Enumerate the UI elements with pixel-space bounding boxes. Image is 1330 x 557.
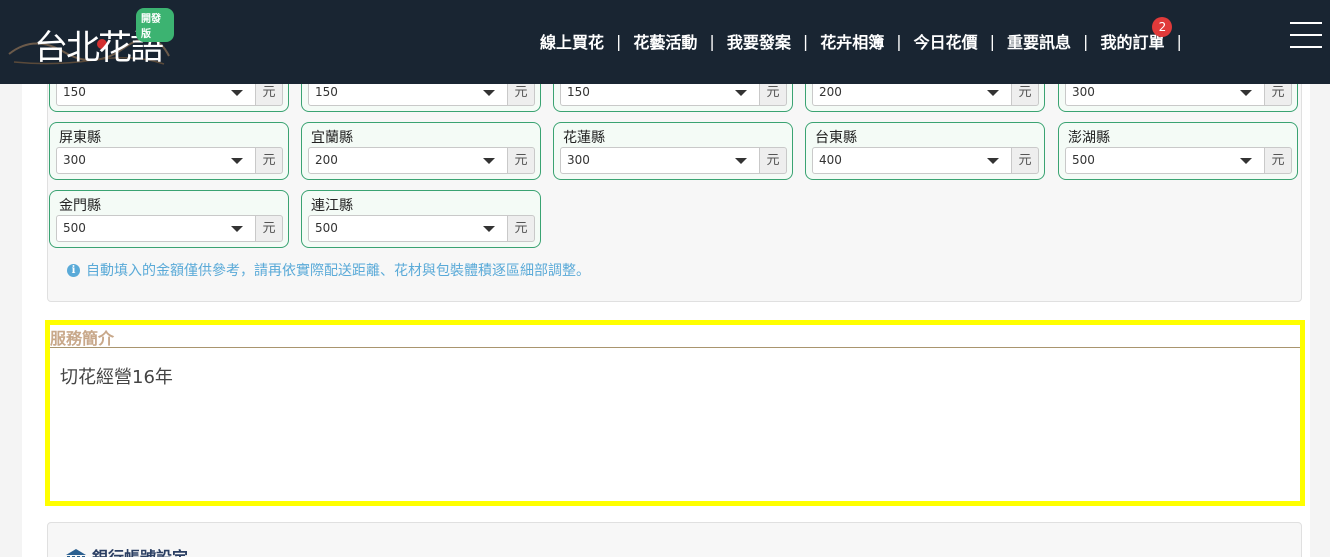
- unit-addon: 元: [507, 147, 535, 174]
- fee-select[interactable]: 200: [308, 147, 508, 174]
- fee-card: 台東縣 400 元: [805, 122, 1045, 180]
- fee-value: 150: [315, 85, 338, 99]
- fee-select[interactable]: 300: [56, 147, 256, 174]
- nav-my-orders[interactable]: 我的訂單 2: [1100, 17, 1173, 53]
- nav-post-job[interactable]: 我要發案: [727, 29, 791, 53]
- service-intro-section: 服務簡介 切花經營16年: [45, 320, 1305, 506]
- fee-card: 金門縣 500 元: [49, 190, 289, 248]
- nav-my-orders-label: 我的訂單: [1100, 33, 1165, 52]
- chevron-down-icon: [1240, 158, 1252, 164]
- service-intro-label: 服務簡介: [50, 329, 115, 348]
- nav-today-prices[interactable]: 今日花價: [914, 29, 978, 53]
- fee-select[interactable]: 400: [812, 147, 1012, 174]
- fee-value: 300: [567, 153, 590, 167]
- fee-note: i 自動填入的金額僅供參考，請再依實際配送距離、花材與包裝體積逐區細部調整。: [67, 260, 590, 280]
- fee-card: 花蓮縣 300 元: [553, 122, 793, 180]
- fee-value: 300: [1072, 85, 1095, 99]
- county-label: 澎湖縣: [1068, 130, 1110, 146]
- bank-section-title: 銀行帳號設定: [66, 544, 188, 557]
- fee-card: 連江縣 500 元: [301, 190, 541, 248]
- nav-floral-events[interactable]: 花藝活動: [633, 29, 697, 53]
- chevron-down-icon: [231, 158, 243, 164]
- fee-card: 宜蘭縣 200 元: [301, 122, 541, 180]
- county-label: 台東縣: [815, 130, 857, 146]
- fee-value: 200: [315, 153, 338, 167]
- chevron-down-icon: [483, 90, 495, 96]
- fee-note-text: 自動填入的金額僅供參考，請再依實際配送距離、花材與包裝體積逐區細部調整。: [86, 263, 590, 279]
- chevron-down-icon: [483, 158, 495, 164]
- fee-value: 150: [63, 85, 86, 99]
- unit-addon: 元: [255, 147, 283, 174]
- chevron-down-icon: [987, 90, 999, 96]
- unit-addon: 元: [1264, 147, 1292, 174]
- fee-card: 屏東縣 300 元: [49, 122, 289, 180]
- fee-value: 150: [567, 85, 590, 99]
- unit-addon: 元: [255, 215, 283, 242]
- unit-addon: 元: [507, 215, 535, 242]
- order-count-badge: 2: [1152, 17, 1173, 37]
- nav-flower-album[interactable]: 花卉相簿: [820, 29, 884, 53]
- chevron-down-icon: [1240, 90, 1252, 96]
- site-logo[interactable]: 台北花語 開發版: [4, 4, 174, 74]
- county-label: 連江縣: [311, 198, 353, 214]
- bank-panel: [47, 522, 1302, 557]
- chevron-down-icon: [483, 226, 495, 232]
- fee-value: 500: [63, 221, 86, 235]
- nav-buy-flowers[interactable]: 線上買花: [540, 29, 604, 53]
- fee-card: 澎湖縣 500 元: [1058, 122, 1298, 180]
- chevron-down-icon: [231, 90, 243, 96]
- county-label: 花蓮縣: [563, 130, 605, 146]
- nav-important-news[interactable]: 重要訊息: [1007, 29, 1071, 53]
- county-label: 宜蘭縣: [311, 130, 353, 146]
- county-label: 金門縣: [59, 198, 101, 214]
- chevron-down-icon: [735, 158, 747, 164]
- fee-select[interactable]: 500: [308, 215, 508, 242]
- fee-value: 300: [63, 153, 86, 167]
- fee-value: 400: [819, 153, 842, 167]
- fee-value: 200: [819, 85, 842, 99]
- unit-addon: 元: [759, 147, 787, 174]
- fee-select[interactable]: 500: [56, 215, 256, 242]
- dev-badge: 開發版: [136, 8, 174, 42]
- main-nav: 線上買花 | 花藝活動 | 我要發案 | 花卉相簿 | 今日花價 | 重要訊息 …: [540, 17, 1194, 53]
- bank-title-text: 銀行帳號設定: [92, 544, 188, 557]
- chevron-down-icon: [231, 226, 243, 232]
- unit-addon: 元: [1011, 147, 1039, 174]
- info-icon: i: [67, 263, 80, 277]
- fee-value: 500: [315, 221, 338, 235]
- fee-select[interactable]: 300: [560, 147, 760, 174]
- chevron-down-icon: [987, 158, 999, 164]
- hamburger-icon[interactable]: [1290, 22, 1322, 48]
- top-navbar: 台北花語 開發版 線上買花 | 花藝活動 | 我要發案 | 花卉相簿 | 今日花…: [0, 0, 1330, 84]
- fee-select[interactable]: 500: [1065, 147, 1265, 174]
- county-label: 屏東縣: [59, 130, 101, 146]
- fee-value: 500: [1072, 153, 1095, 167]
- service-intro-textarea[interactable]: 切花經營16年: [60, 363, 173, 389]
- chevron-down-icon: [735, 90, 747, 96]
- bank-icon: [66, 549, 86, 557]
- divider: [50, 347, 1300, 348]
